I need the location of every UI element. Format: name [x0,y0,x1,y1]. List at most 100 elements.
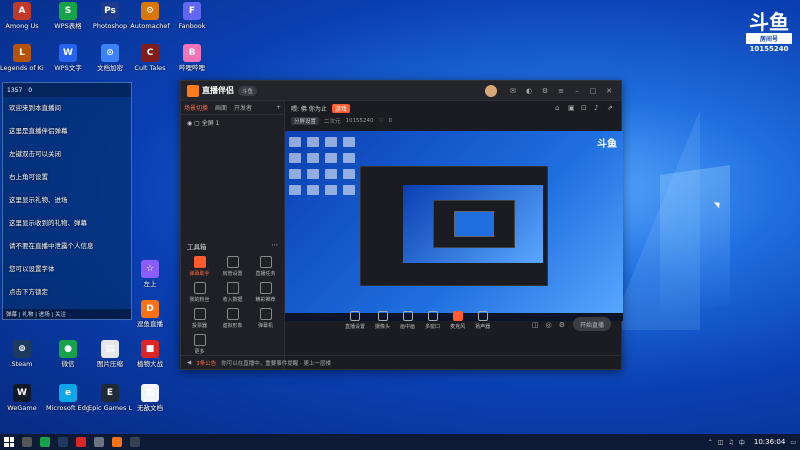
desktop-icon[interactable]: D 逗鱼直播 [128,300,172,328]
tool-button[interactable]: 精彩推荐 [249,282,282,303]
desktop-icon[interactable]: A Among Us [0,2,44,30]
notice-count[interactable]: 3条公告 [196,359,216,367]
chat-message: 这里显示礼物、进场 [9,196,68,204]
desktop-icon[interactable]: ⊚ Steam [0,340,44,368]
settings-icon[interactable]: ⚙ [539,85,551,97]
taskbar-steam2-icon[interactable] [130,437,140,447]
tray-ime-icon[interactable]: 中 [739,438,745,447]
start-windows-icon[interactable] [4,437,14,447]
desktop-icon[interactable]: ⚙ Automachef [128,2,172,30]
maximize-icon[interactable]: □ [587,85,599,97]
record-icon[interactable]: ◫ [532,321,539,329]
avatar[interactable] [485,84,497,97]
tool-button[interactable]: 直播任务 [249,256,282,277]
gift-icon[interactable]: ⌂ [555,104,563,112]
control-button[interactable]: 麦克风 [450,310,465,330]
app-icon: ⚙ [141,2,159,20]
desktop-icon-label: Epic Games Launcher [88,404,132,412]
desktop-icon[interactable]: ■ 植物大战 [128,340,172,368]
menu-icon[interactable]: ≡ [555,85,567,97]
control-button[interactable]: 画中画 [400,310,416,330]
tool-button[interactable]: 更多 [183,334,216,355]
layout-icon[interactable]: ◎ [546,321,552,329]
room-category[interactable]: 游戏 [331,103,350,113]
tool-icon [193,256,206,268]
desktop-icon[interactable]: ☆ 左上 [128,260,172,288]
taskbar-app-icon[interactable] [76,437,86,447]
desktop-icon[interactable]: ▤ 图片压缩 [88,340,132,368]
viewer-icon: ♡ [378,118,384,124]
close-icon[interactable]: ✕ [603,85,615,97]
tray-network-icon[interactable]: ◫ [718,439,724,446]
tool-button[interactable]: 我的粉丝 [183,282,216,303]
taskbar-wechat-icon[interactable] [40,437,50,447]
desktop-icon[interactable]: ▥ 无敌文档 [128,384,172,412]
skin-icon[interactable]: ◐ [523,85,535,97]
control-button[interactable]: 直播设置 [345,310,365,330]
tool-button[interactable]: 房管设置 [216,256,249,277]
config-icon[interactable]: ⚙ [559,321,565,329]
room-title[interactable]: 喂: 佛 你为止 [291,104,327,113]
desktop-icon-label: 无敌文档 [137,404,163,412]
desktop-icon[interactable]: B 哔哩哔哩 [170,44,214,72]
tool-button[interactable]: 虚拟形象 [216,308,249,329]
control-button[interactable]: 扬声器 [475,310,490,330]
notification-icon[interactable]: ▭ [790,439,796,446]
control-icon [350,310,360,321]
split-setting-tag[interactable]: 分屏设置 [291,117,320,125]
desktop-icon[interactable]: ● 微信 [46,340,90,368]
tab-developer[interactable]: 开发者 [234,103,252,112]
desktop-icon[interactable]: W WeGame [0,384,44,412]
app-statusbar: ◀ 3条公告 你可以在直播中，重要事件提醒 · 更上一层楼 [181,355,621,369]
desktop-icon[interactable]: e Microsoft Edge [46,384,90,412]
tray-volume-icon[interactable]: ♫ [728,439,733,446]
chat-overlay-footer[interactable]: 弹幕 | 礼物 | 进场 | 关注 [3,309,131,319]
tool-button[interactable]: 弹幕机 [249,308,282,329]
taskbar-douyu-icon[interactable] [112,437,122,447]
search-icon[interactable] [22,437,32,447]
desktop-icon-label: 微信 [61,360,75,368]
toolbox-more-icon[interactable]: ⋯ [272,241,279,251]
tab-scene[interactable]: 场景切换 [184,103,208,112]
scene-tabs: 场景切换 画面 开发者 + [181,101,284,115]
bag-icon[interactable]: ▣ [568,104,576,112]
desktop-icon[interactable]: E Epic Games Launcher [88,384,132,412]
app-icon: E [101,384,119,402]
taskbar-app-icon[interactable] [94,437,104,447]
tool-label: 直播任务 [255,271,276,277]
lock-icon[interactable]: ⊡ [581,104,589,112]
share-icon[interactable]: ⇗ [607,104,615,112]
tool-icon [226,282,239,294]
bell-icon[interactable]: ♪ [594,104,602,112]
preview-desktop-icons [289,137,355,195]
desktop-icon[interactable]: W WPS文字 [46,44,90,72]
live-assistant-window[interactable]: 直播伴侣 斗鱼 ✉ ◐ ⚙ ≡ – □ ✕ 场景切换 画面 开发者 + ◉ ▢ … [180,80,623,370]
desktop-icon-label: Cult Tales [134,64,166,72]
control-label: 画中画 [400,323,416,330]
chat-message: 请不要在直播中泄露个人信息 [9,242,94,250]
control-button[interactable]: 摄像头 [375,310,390,330]
tool-button[interactable]: 收入数据 [216,282,249,303]
control-button[interactable]: 多窗口 [425,310,440,330]
desktop-icon[interactable]: Ps Photoshop [88,2,132,30]
desktop-icon[interactable]: F Fanbook [170,2,214,30]
tray-chevron-icon[interactable]: ⌃ [708,439,713,446]
taskbar-steam-icon[interactable] [58,437,68,447]
minimize-icon[interactable]: – [571,85,583,97]
message-icon[interactable]: ✉ [507,85,519,97]
scene-item[interactable]: ◉ ▢ 全屏 1 [181,115,284,130]
desktop-icon[interactable]: C Cult Tales [128,44,172,72]
start-stream-button[interactable]: 开始直播 [573,317,611,331]
tab-screen[interactable]: 画面 [215,103,227,112]
desktop-icon[interactable]: L Legends of Kingdom [0,44,44,72]
tool-button[interactable]: 弹幕助手 [183,256,216,277]
chat-overlay[interactable]: 1357 0 欢迎来到本直播间 这里是直播伴侣弹幕 左键双击可以关闭 右上角可设置 这里… [2,82,132,320]
toolbox-header: 工具箱 ⋯ [187,241,278,251]
add-scene-icon[interactable]: + [276,104,281,111]
stream-preview[interactable]: 斗鱼 [285,131,623,321]
desktop-icon[interactable]: ⊙ 文档加密 [88,44,132,72]
desktop-icon-label: Among Us [5,22,39,30]
tool-button[interactable]: 投票器 [183,308,216,329]
taskbar-clock[interactable]: 10:36:04 [754,438,785,446]
desktop-icon[interactable]: S WPS表格 [46,2,90,30]
